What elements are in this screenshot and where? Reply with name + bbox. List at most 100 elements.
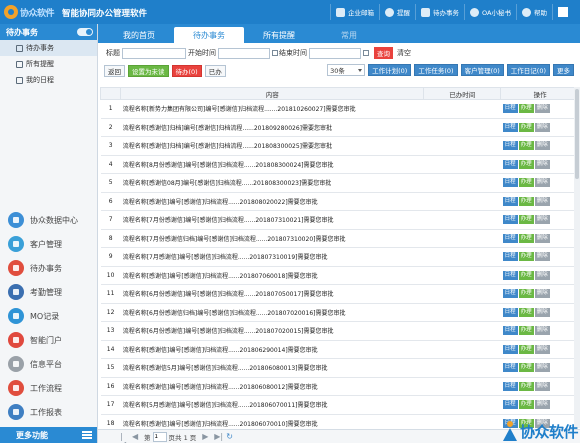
refresh-icon[interactable]: ↻ xyxy=(226,432,234,441)
table-row[interactable]: 5 流程名称[感谢信08月]编号[感谢信]归档流程......2018083000… xyxy=(100,173,580,193)
row-content[interactable]: 流程名称[感谢信]编号[感谢信]归档流程......201806070010]需… xyxy=(120,414,424,428)
handle-button[interactable]: 办理 xyxy=(518,141,534,151)
handle-button[interactable]: 办理 xyxy=(518,307,534,317)
delete-button[interactable]: 删除 xyxy=(534,252,550,262)
handle-button[interactable]: 办理 xyxy=(518,344,534,354)
prev-page-icon[interactable]: ◀ xyxy=(132,432,140,441)
row-content[interactable]: 流程名称[新势力集团有限公司]编号[感谢信]归档流程.......2018102… xyxy=(120,99,424,119)
schedule-button[interactable]: 日程 xyxy=(502,344,518,354)
row-content[interactable]: 流程名称[8月份感谢信]编号[感谢信]归档流程......20180830002… xyxy=(120,155,424,174)
end-time-input[interactable] xyxy=(309,47,361,59)
delete-button[interactable]: 删除 xyxy=(534,196,550,206)
exit-button[interactable] xyxy=(552,4,576,20)
delete-button[interactable]: 删除 xyxy=(534,344,550,354)
row-content[interactable]: 流程名称[感谢信]归档]编号[感谢信]归档流程......20180830002… xyxy=(120,136,424,156)
delete-button[interactable]: 删除 xyxy=(534,233,550,243)
title-input[interactable] xyxy=(122,47,186,59)
schedule-button[interactable]: 日程 xyxy=(502,270,518,280)
menu-attendance[interactable]: 考勤管理 xyxy=(0,280,97,304)
table-row[interactable]: 9 流程名称[7月感谢信]编号[感谢信]归档流程......20180731001… xyxy=(100,247,580,267)
delete-button[interactable]: 删除 xyxy=(534,270,550,280)
delete-button[interactable]: 删除 xyxy=(534,363,550,373)
handle-button[interactable]: 办理 xyxy=(518,196,534,206)
handle-button[interactable]: 办理 xyxy=(518,381,534,391)
page-size-select[interactable]: 30条 xyxy=(327,64,366,76)
work-plan-button[interactable]: 工作计划(0) xyxy=(368,64,412,76)
table-row[interactable]: 16 流程名称[感谢信]编号[感谢信]归档流程......201806080012… xyxy=(100,377,580,396)
row-content[interactable]: 流程名称[6月份感谢信]编号[感谢信]归档流程......20180705001… xyxy=(120,284,424,304)
clear-button[interactable]: 清空 xyxy=(397,48,411,58)
start-time-input[interactable] xyxy=(218,47,270,59)
handle-button[interactable]: 办理 xyxy=(518,104,534,114)
table-row[interactable]: 14 流程名称[感谢信]编号[感谢信]归档流程......201806290014… xyxy=(100,340,580,359)
table-row[interactable]: 4 流程名称[8月份感谢信]编号[感谢信]归档流程......2018083000… xyxy=(100,155,580,174)
more-button[interactable]: 更多 xyxy=(553,64,574,76)
handle-button[interactable]: 办理 xyxy=(518,289,534,299)
table-row[interactable]: 8 流程名称[7月份感谢信归档]编号[感谢信]归档流程......20180731… xyxy=(100,229,580,248)
last-page-icon[interactable]: ▶| xyxy=(214,432,223,441)
row-content[interactable]: 流程名称[感谢信]编号[感谢信]归档流程......201807060018]需… xyxy=(120,266,424,285)
tab-common[interactable]: 常用 xyxy=(314,27,384,43)
table-row[interactable]: 2 流程名称[感谢信]归档]编号[感谢信]归档流程......2018092800… xyxy=(100,118,580,137)
schedule-button[interactable]: 日程 xyxy=(502,326,518,336)
table-row[interactable]: 17 流程名称[5月感谢信]编号[感谢信]归档流程......2018060700… xyxy=(100,395,580,415)
row-content[interactable]: 流程名称[感谢信]归档]编号[感谢信]归档流程......20180928002… xyxy=(120,118,424,137)
handle-button[interactable]: 办理 xyxy=(518,400,534,410)
handle-button[interactable]: 办理 xyxy=(518,326,534,336)
menu-report[interactable]: 工作报表 xyxy=(0,400,97,424)
row-content[interactable]: 流程名称[7月份感谢信]编号[感谢信]归档流程......20180731002… xyxy=(120,210,424,230)
handle-button[interactable]: 办理 xyxy=(518,270,534,280)
schedule-button[interactable]: 日程 xyxy=(502,178,518,188)
delete-button[interactable]: 删除 xyxy=(534,141,550,151)
delete-button[interactable]: 删除 xyxy=(534,122,550,132)
schedule-button[interactable]: 日程 xyxy=(502,307,518,317)
sidebar-item-reminders[interactable]: 所有提醒 xyxy=(0,56,97,72)
schedule-button[interactable]: 日程 xyxy=(502,215,518,225)
col-header-done-time[interactable]: 已办时间 xyxy=(423,87,502,100)
table-row[interactable]: 7 流程名称[7月份感谢信]编号[感谢信]归档流程......2018073100… xyxy=(100,210,580,230)
menu-data-center[interactable]: 协众数据中心 xyxy=(0,208,97,232)
tab-reminders[interactable]: 所有提醒 xyxy=(244,27,314,43)
sidebar-item-todo[interactable]: 待办事务 xyxy=(0,40,97,56)
schedule-button[interactable]: 日程 xyxy=(502,159,518,169)
delete-button[interactable]: 删除 xyxy=(534,326,550,336)
handle-button[interactable]: 办理 xyxy=(518,178,534,188)
row-content[interactable]: 流程名称[7月感谢信]编号[感谢信]归档流程......201807310019… xyxy=(120,247,424,267)
schedule-button[interactable]: 日程 xyxy=(502,289,518,299)
schedule-button[interactable]: 日程 xyxy=(502,400,518,410)
back-button[interactable]: 返回 xyxy=(104,65,125,77)
schedule-button[interactable]: 日程 xyxy=(502,196,518,206)
menu-mo-record[interactable]: MO记录 xyxy=(0,304,97,328)
done-button[interactable]: 已办 xyxy=(204,65,226,77)
delete-button[interactable]: 删除 xyxy=(534,400,550,410)
scrollbar-thumb[interactable] xyxy=(575,89,579,179)
mail-button[interactable]: 企业邮箱 xyxy=(330,4,379,20)
delete-button[interactable]: 删除 xyxy=(534,289,550,299)
table-row[interactable]: 13 流程名称[6月份感谢信]编号[感谢信]归档流程......201807020… xyxy=(100,321,580,341)
table-scrollbar[interactable] xyxy=(574,87,580,428)
page-number-input[interactable] xyxy=(152,431,167,442)
schedule-button[interactable]: 日程 xyxy=(502,233,518,243)
delete-button[interactable]: 删除 xyxy=(534,307,550,317)
work-diary-button[interactable]: 工作日记(0) xyxy=(506,64,550,76)
table-row[interactable]: 10 流程名称[感谢信]编号[感谢信]归档流程......201807060018… xyxy=(100,266,580,285)
delete-button[interactable]: 删除 xyxy=(534,159,550,169)
more-functions-button[interactable]: 更多功能 xyxy=(0,427,97,443)
calendar-icon[interactable] xyxy=(363,50,369,56)
customer-manage-button[interactable]: 客户管理(0) xyxy=(460,64,504,76)
sidebar-item-schedule[interactable]: 我的日程 xyxy=(0,72,97,88)
reminder-button[interactable]: 提醒 xyxy=(379,4,415,20)
row-content[interactable]: 流程名称[6月份感谢信归档]编号[感谢信]归档流程......201807020… xyxy=(120,303,424,322)
tab-todo[interactable]: 待办事务 xyxy=(174,27,244,43)
handle-button[interactable]: 办理 xyxy=(518,122,534,132)
menu-todo[interactable]: 待办事务 xyxy=(0,256,97,280)
schedule-button[interactable]: 日程 xyxy=(502,122,518,132)
row-content[interactable]: 流程名称[感谢信]编号[感谢信]归档流程......201808020022]需… xyxy=(120,192,424,211)
handle-button[interactable]: 办理 xyxy=(518,215,534,225)
next-page-icon[interactable]: ▶ xyxy=(202,432,210,441)
table-row[interactable]: 6 流程名称[感谢信]编号[感谢信]归档流程......201808020022]… xyxy=(100,192,580,211)
handle-button[interactable]: 办理 xyxy=(518,159,534,169)
table-row[interactable]: 12 流程名称[6月份感谢信归档]编号[感谢信]归档流程......2018070… xyxy=(100,303,580,322)
schedule-button[interactable]: 日程 xyxy=(502,363,518,373)
handle-button[interactable]: 办理 xyxy=(518,233,534,243)
